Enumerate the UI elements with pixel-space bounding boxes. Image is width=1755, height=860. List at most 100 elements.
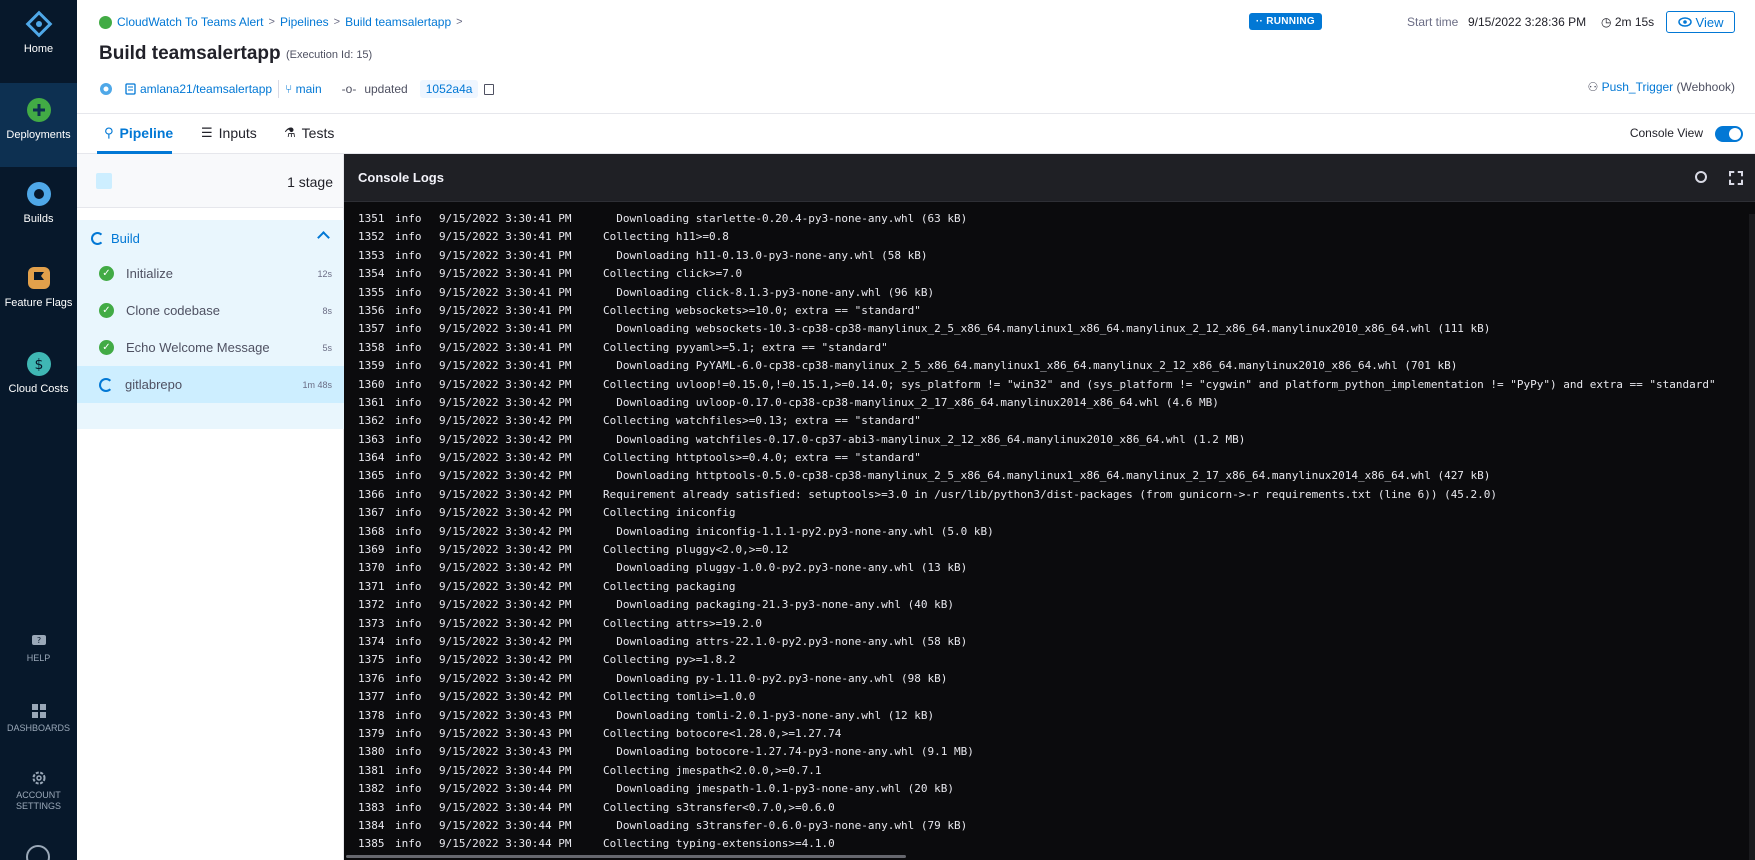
chevron-up-icon[interactable] [317, 231, 330, 244]
log-level: info [395, 322, 422, 336]
log-message: Downloading s3transfer-0.6.0-py3-none-an… [603, 818, 968, 832]
step-name: Echo Welcome Message [126, 340, 270, 355]
eye-icon [1677, 17, 1692, 27]
step-initialize[interactable]: ✓ Initialize 12s [77, 256, 344, 291]
log-message: Collecting typing-extensions>=4.1.0 [603, 837, 835, 851]
log-level: info [395, 579, 422, 593]
spinner-icon [91, 232, 104, 245]
vertical-scrollbar[interactable] [1749, 214, 1755, 860]
log-timestamp: 9/15/2022 3:30:41 PM [439, 212, 572, 225]
trigger-name[interactable]: Push_Trigger [1602, 80, 1674, 94]
log-line: 1378 info 9/15/2022 3:30:43 PM Downloading… [358, 709, 1716, 727]
page-title: Build teamsalertapp [99, 43, 281, 64]
log-number: 1367 [358, 506, 385, 520]
log-message: Collecting pyyaml>=5.1; extra == "standa… [603, 340, 888, 354]
commit-hash[interactable]: 1052a4a [419, 80, 479, 98]
log-level: info [395, 395, 422, 409]
log-timestamp: 9/15/2022 3:30:43 PM [439, 745, 572, 759]
log-message: Collecting attrs>=19.2.0 [603, 616, 762, 630]
log-message: Downloading uvloop-0.17.0-cp38-cp38-many… [603, 395, 1219, 409]
tab-tests[interactable]: ⚗ Tests [284, 125, 334, 141]
nav-help[interactable]: ? HELP [0, 633, 77, 664]
log-number: 1369 [358, 543, 385, 557]
search-icon[interactable] [1695, 171, 1707, 183]
stage-group-title: Build [111, 231, 140, 246]
log-number: 1379 [358, 726, 385, 740]
branch-pill[interactable]: ⑂ main [278, 80, 328, 98]
log-level: info [395, 248, 422, 262]
tab-bar: ⚲ Pipeline ☰ Inputs ⚗ Tests Console View [77, 114, 1755, 154]
log-message: Downloading attrs-22.1.0-py2.py3-none-an… [603, 634, 968, 648]
copy-icon[interactable] [484, 83, 495, 95]
log-level: info [395, 690, 422, 704]
fullscreen-icon[interactable] [1729, 171, 1743, 185]
tab-inputs[interactable]: ☰ Inputs [201, 125, 257, 141]
log-level: info [395, 212, 422, 225]
log-line: 1352 info 9/15/2022 3:30:41 PM Collecting h… [358, 230, 1716, 248]
log-level: info [395, 340, 422, 354]
stage-group-header[interactable]: Build [91, 231, 140, 246]
nav-builds[interactable]: Builds [0, 180, 77, 225]
log-line: 1366 info 9/15/2022 3:30:42 PM Requirement … [358, 488, 1716, 506]
log-message: Downloading packaging-21.3-py3-none-any.… [603, 598, 954, 612]
log-level: info [395, 414, 422, 428]
console-view-toggle[interactable] [1715, 126, 1743, 142]
branch-name: main [295, 82, 322, 96]
step-gitlabrepo[interactable]: gitlabrepo 1m 48s [77, 366, 344, 403]
log-number: 1381 [358, 763, 385, 777]
stage-count: 1 stage [287, 174, 333, 190]
stage-panel: 1 stage Build ✓ Initialize 12s ✓ Clone c… [77, 154, 344, 860]
log-line: 1380 info 9/15/2022 3:30:43 PM Downloading… [358, 745, 1716, 763]
log-line: 1361 info 9/15/2022 3:30:42 PM Downloading… [358, 396, 1716, 414]
log-line: 1375 info 9/15/2022 3:30:42 PM Collecting p… [358, 653, 1716, 671]
nav-deployments[interactable]: Deployments [0, 83, 77, 167]
nav-dashboards[interactable]: DASHBOARDS [0, 703, 77, 734]
console-view-label: Console View [1629, 126, 1703, 140]
avatar[interactable] [26, 845, 50, 860]
view-button[interactable]: View [1666, 11, 1735, 33]
log-line: 1362 info 9/15/2022 3:30:42 PM Collecting w… [358, 414, 1716, 432]
log-level: info [395, 782, 422, 796]
horizontal-scrollbar[interactable] [346, 855, 906, 858]
log-line: 1374 info 9/15/2022 3:30:42 PM Downloading… [358, 635, 1716, 653]
nav-deployments-label: Deployments [6, 129, 71, 141]
breadcrumb-pipelines[interactable]: Pipelines [280, 15, 329, 29]
home-icon [25, 10, 52, 38]
tab-tests-label: Tests [301, 125, 335, 141]
repo-link[interactable]: amlana21/teamsalertapp [125, 82, 272, 96]
nav-home[interactable]: Home [0, 10, 77, 55]
start-time-value: 9/15/2022 3:28:36 PM [1468, 15, 1587, 29]
nav-help-label: HELP [26, 653, 51, 663]
log-message: Collecting tomli>=1.0.0 [603, 690, 756, 704]
log-line: 1383 info 9/15/2022 3:30:44 PM Collecting s… [358, 801, 1716, 819]
log-message: Downloading py-1.11.0-py2.py3-none-any.w… [603, 671, 948, 685]
nav-feature-flags[interactable]: Feature Flags [0, 264, 77, 309]
step-time: 5s [322, 342, 332, 353]
log-timestamp: 9/15/2022 3:30:42 PM [439, 616, 572, 630]
step-clone-codebase[interactable]: ✓ Clone codebase 8s [77, 293, 344, 328]
breadcrumb-project[interactable]: CloudWatch To Teams Alert [117, 15, 264, 29]
log-timestamp: 9/15/2022 3:30:42 PM [439, 634, 572, 648]
log-message: Requirement already satisfied: setuptool… [603, 487, 1498, 501]
trigger-info: ⚇ Push_Trigger (Webhook) [1587, 80, 1735, 94]
deployments-icon [26, 98, 51, 122]
log-number: 1358 [358, 340, 385, 354]
nav-home-label: Home [23, 43, 54, 55]
tab-inputs-label: Inputs [218, 125, 257, 141]
log-level: info [395, 708, 422, 722]
nav-account-settings[interactable]: ACCOUNT SETTINGS [0, 770, 77, 812]
breadcrumb-pipeline[interactable]: Build teamsalertapp [345, 15, 451, 29]
chevron-right-icon: > [333, 16, 341, 28]
log-number: 1385 [358, 837, 385, 851]
log-number: 1375 [358, 653, 385, 667]
stage-group-build: Build ✓ Initialize 12s ✓ Clone codebase … [77, 220, 344, 429]
log-level: info [395, 377, 422, 391]
log-timestamp: 9/15/2022 3:30:43 PM [439, 726, 572, 740]
log-message: Collecting iniconfig [603, 506, 736, 520]
log-timestamp: 9/15/2022 3:30:42 PM [439, 377, 572, 391]
breadcrumb: CloudWatch To Teams Alert > Pipelines > … [99, 15, 463, 29]
step-echo-welcome-message[interactable]: ✓ Echo Welcome Message 5s [77, 330, 344, 365]
nav-cloud-costs[interactable]: $ Cloud Costs [0, 350, 77, 395]
tab-pipeline[interactable]: ⚲ Pipeline [104, 125, 173, 141]
log-level: info [395, 616, 422, 630]
